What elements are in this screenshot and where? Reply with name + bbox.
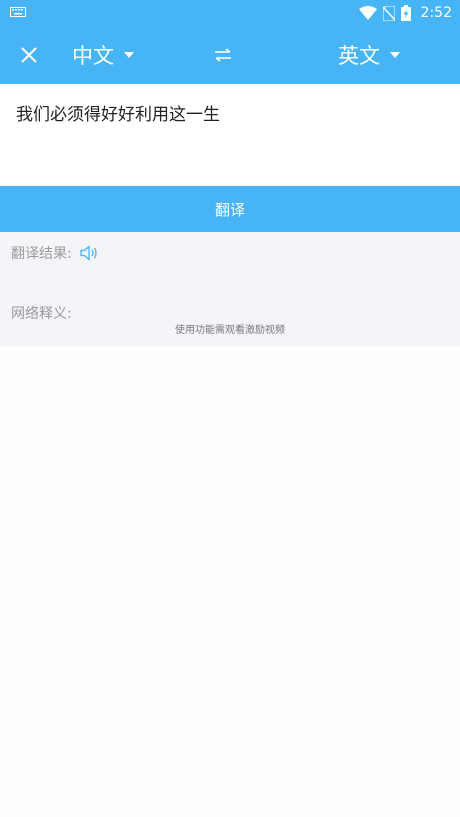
translate-button-label: 翻译 xyxy=(214,200,245,219)
translation-result-row: 翻译结果: xyxy=(11,243,98,263)
translation-result-label: 翻译结果: xyxy=(11,246,72,262)
play-audio-button[interactable] xyxy=(80,244,98,262)
source-language-label: 中文 xyxy=(72,44,114,68)
no-sim-icon xyxy=(382,5,395,21)
translate-button[interactable]: 翻译 xyxy=(0,186,460,232)
source-language-selector[interactable]: 中文 xyxy=(72,40,134,70)
source-text-input[interactable]: 我们必须得好好利用这一生 xyxy=(0,84,460,186)
swap-languages-button[interactable] xyxy=(210,44,236,66)
close-button[interactable] xyxy=(16,42,42,68)
reward-video-hint[interactable]: 使用功能需观看激励视频 xyxy=(0,321,460,336)
target-language-selector[interactable]: 英文 xyxy=(338,40,400,70)
swap-arrows-icon xyxy=(215,48,231,62)
web-definition-label: 网络释义: xyxy=(11,306,72,322)
target-language-label: 英文 xyxy=(338,44,380,68)
clock: 2:52 xyxy=(420,5,452,21)
close-icon xyxy=(21,47,37,63)
source-text[interactable]: 我们必须得好好利用这一生 xyxy=(16,100,444,125)
wifi-icon xyxy=(358,6,377,20)
status-icons: 2:52 xyxy=(358,0,452,26)
chevron-down-icon xyxy=(124,52,134,58)
keyboard-icon xyxy=(10,7,26,17)
top-bar: 中文 英文 xyxy=(0,26,460,84)
speaker-icon xyxy=(80,245,97,261)
status-bar: 2:52 xyxy=(0,0,460,26)
chevron-down-icon xyxy=(390,52,400,58)
result-panel: 翻译结果: 网络释义: 使用功能需观看激励视频 xyxy=(0,232,460,346)
battery-charging-icon xyxy=(400,5,411,21)
